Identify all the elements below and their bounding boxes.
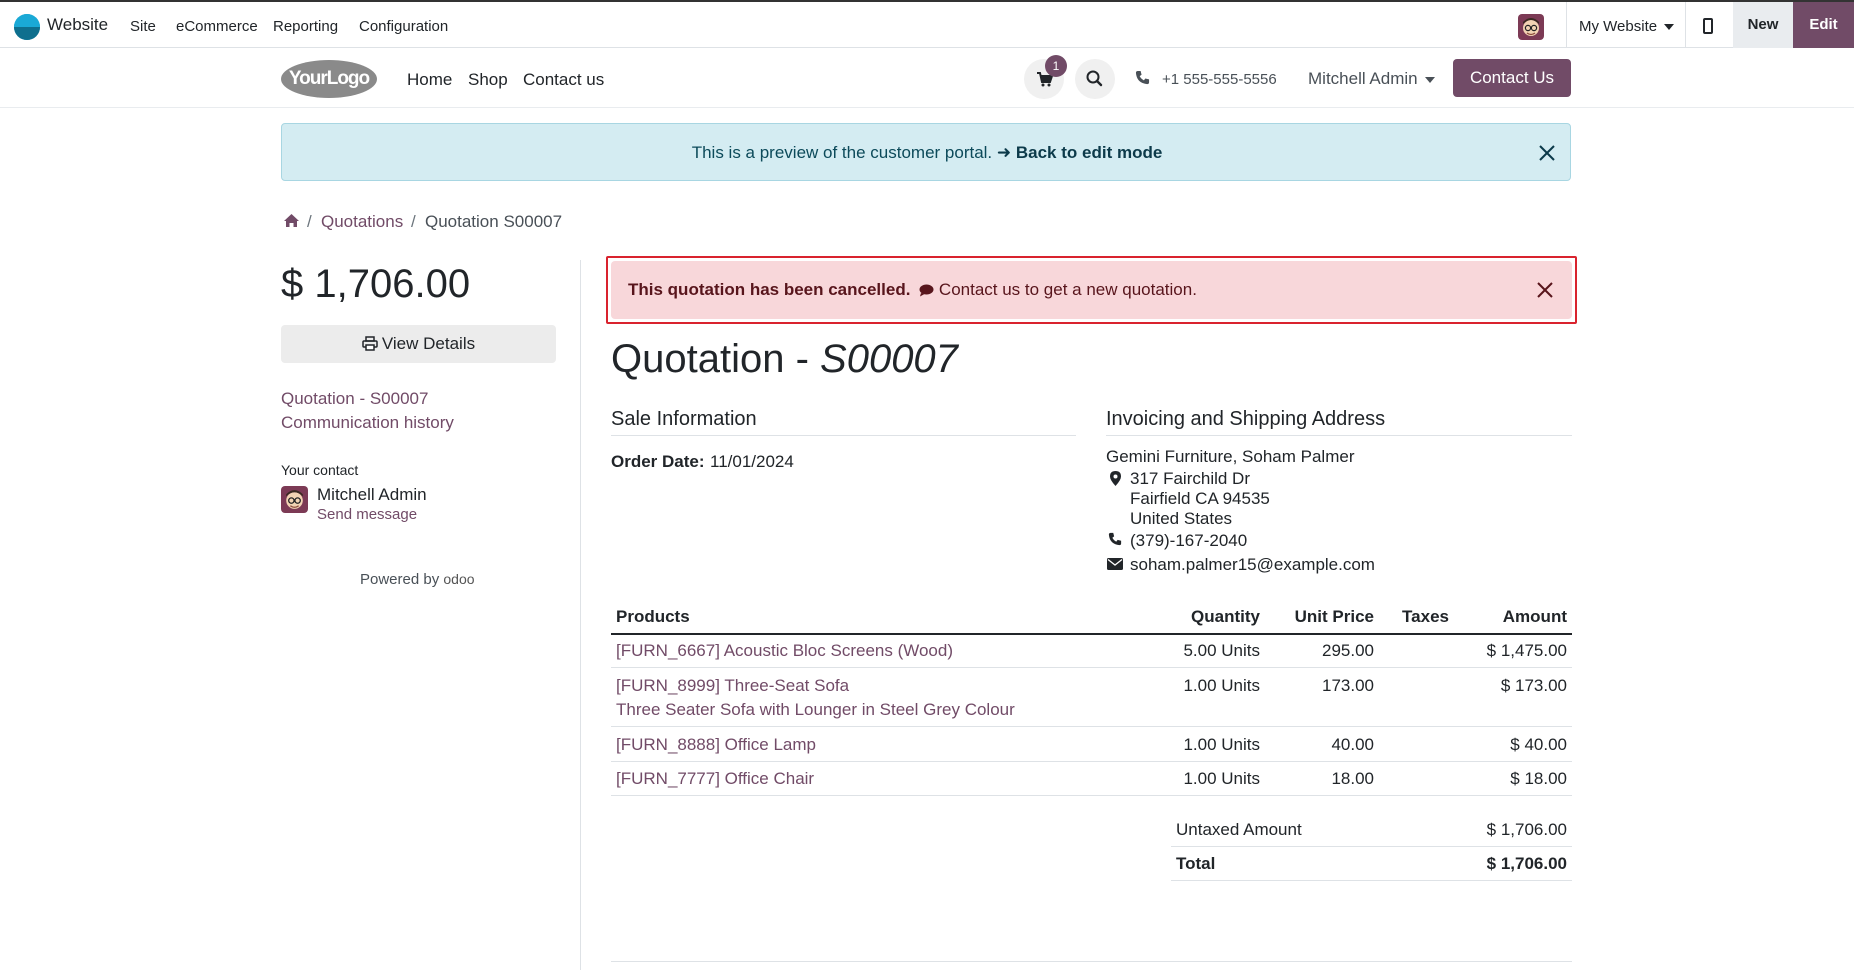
close-icon[interactable] — [1538, 144, 1556, 162]
row-amount: $ 40.00 — [1510, 735, 1567, 754]
breadcrumb-separator: / — [411, 212, 416, 231]
app-name[interactable]: Website — [47, 15, 108, 35]
close-icon[interactable] — [1536, 281, 1554, 299]
product-link[interactable]: [FURN_7777] Office Chair — [616, 769, 814, 789]
product-description[interactable]: Three Seater Sofa with Lounger in Steel … — [616, 700, 1015, 720]
preview-text: This is a preview of the customer portal… — [691, 143, 993, 162]
row-unit-price: 18.00 — [1331, 769, 1374, 788]
divider — [1171, 846, 1572, 847]
col-products: Products — [616, 607, 690, 626]
nav-contact-us[interactable]: Contact us — [523, 70, 604, 90]
menu-ecommerce[interactable]: eCommerce — [176, 18, 258, 35]
untaxed-amount-value: $ 1,706.00 — [1486, 820, 1567, 839]
divider — [611, 435, 1076, 436]
user-avatar[interactable] — [1518, 14, 1544, 40]
cancelled-alert: This quotation has been cancelled. Conta… — [611, 261, 1572, 319]
back-to-edit-link[interactable]: ➜ Back to edit mode — [997, 143, 1162, 162]
edit-button[interactable]: Edit — [1793, 2, 1854, 48]
row-amount: $ 18.00 — [1510, 769, 1567, 788]
col-quantity: Quantity — [1191, 607, 1260, 626]
section-divider — [611, 961, 1572, 962]
home-icon[interactable] — [283, 213, 300, 228]
column-divider — [580, 260, 581, 970]
contact-avatar — [281, 486, 308, 513]
view-details-button[interactable]: View Details — [281, 325, 556, 363]
row-divider — [611, 726, 1572, 727]
website-app-icon[interactable] — [14, 14, 40, 40]
customer-email: soham.palmer15@example.com — [1130, 555, 1375, 574]
quotation-link[interactable]: Quotation - S00007 — [281, 389, 428, 409]
sale-information-title: Sale Information — [611, 408, 757, 430]
divider — [1106, 435, 1572, 436]
new-button[interactable]: New — [1733, 2, 1793, 48]
menu-site[interactable]: Site — [130, 18, 156, 35]
col-taxes: Taxes — [1402, 607, 1449, 626]
product-link[interactable]: [FURN_8999] Three-Seat Sofa — [616, 676, 849, 696]
order-date-label: Order Date: — [611, 452, 705, 471]
row-unit-price: 40.00 — [1331, 735, 1374, 754]
communication-history-link[interactable]: Communication history — [281, 413, 454, 433]
search-button[interactable] — [1075, 59, 1115, 99]
phone-icon — [1135, 70, 1150, 85]
your-contact-label: Your contact — [281, 462, 359, 478]
phone-icon — [1108, 532, 1122, 546]
phone-link[interactable]: +1 555-555-5556 — [1162, 71, 1277, 88]
row-unit-price: 173.00 — [1322, 676, 1374, 695]
send-message-link[interactable]: Send message — [317, 506, 417, 523]
untaxed-amount-label: Untaxed Amount — [1176, 820, 1302, 839]
menu-configuration[interactable]: Configuration — [359, 18, 448, 35]
contact-name: Mitchell Admin — [317, 485, 427, 504]
row-unit-price: 295.00 — [1322, 641, 1374, 660]
row-divider — [611, 761, 1572, 762]
comment-icon — [919, 284, 934, 297]
order-date-value: 11/01/2024 — [710, 452, 794, 471]
admin-navbar: Website Site eCommerce Reporting Configu… — [0, 0, 1854, 48]
address-city: Fairfield CA 94535 — [1130, 489, 1270, 508]
divider — [1685, 2, 1686, 48]
nav-home[interactable]: Home — [407, 70, 452, 90]
address-street: 317 Fairchild Dr — [1130, 469, 1250, 488]
caret-down-icon — [1424, 76, 1435, 83]
website-selector[interactable]: My Website — [1579, 18, 1675, 35]
total-label: Total — [1176, 854, 1216, 873]
divider — [1171, 880, 1572, 881]
total-value: $ 1,706.00 — [1486, 854, 1567, 873]
contact-us-button[interactable]: Contact Us — [1453, 59, 1571, 97]
envelope-icon — [1107, 558, 1123, 570]
powered-by[interactable]: Powered by odoo — [360, 571, 475, 588]
user-menu[interactable]: Mitchell Admin — [1308, 69, 1435, 89]
quotation-title: Quotation - S00007 — [611, 337, 958, 381]
row-amount: $ 1,475.00 — [1486, 641, 1567, 660]
product-link[interactable]: [FURN_6667] Acoustic Bloc Screens (Wood) — [616, 641, 953, 661]
breadcrumb-current: Quotation S00007 — [425, 212, 563, 231]
site-header: YourLogo Home Shop Contact us 1 +1 555-5… — [0, 48, 1854, 108]
menu-reporting[interactable]: Reporting — [273, 18, 338, 35]
row-amount: $ 173.00 — [1500, 676, 1567, 695]
caret-down-icon — [1664, 24, 1675, 31]
header-divider — [611, 633, 1572, 635]
row-divider — [611, 795, 1572, 796]
address-country: United States — [1130, 509, 1233, 528]
cart-count-badge: 1 — [1045, 55, 1067, 77]
breadcrumb-quotations[interactable]: Quotations — [321, 212, 403, 232]
row-divider — [611, 667, 1572, 668]
customer-name: Gemini Furniture, Soham Palmer — [1106, 447, 1355, 466]
customer-phone: (379)-167-2040 — [1130, 531, 1248, 550]
mobile-icon[interactable] — [1703, 18, 1713, 34]
nav-shop[interactable]: Shop — [468, 70, 508, 90]
breadcrumb-separator: / — [307, 212, 312, 231]
map-marker-icon — [1110, 471, 1121, 486]
product-link[interactable]: [FURN_8888] Office Lamp — [616, 735, 816, 755]
address-title: Invoicing and Shipping Address — [1106, 408, 1386, 430]
contact-for-new-quote-link[interactable]: Contact us to get a new quotation. — [939, 280, 1197, 299]
divider — [1566, 2, 1567, 48]
print-icon — [362, 336, 378, 351]
col-amount: Amount — [1502, 607, 1567, 626]
quotation-total: $ 1,706.00 — [281, 262, 471, 306]
search-icon — [1086, 70, 1103, 87]
cancelled-message: This quotation has been cancelled. — [628, 280, 911, 299]
portal-preview-banner: This is a preview of the customer portal… — [281, 123, 1571, 181]
site-logo[interactable]: YourLogo — [281, 60, 377, 98]
